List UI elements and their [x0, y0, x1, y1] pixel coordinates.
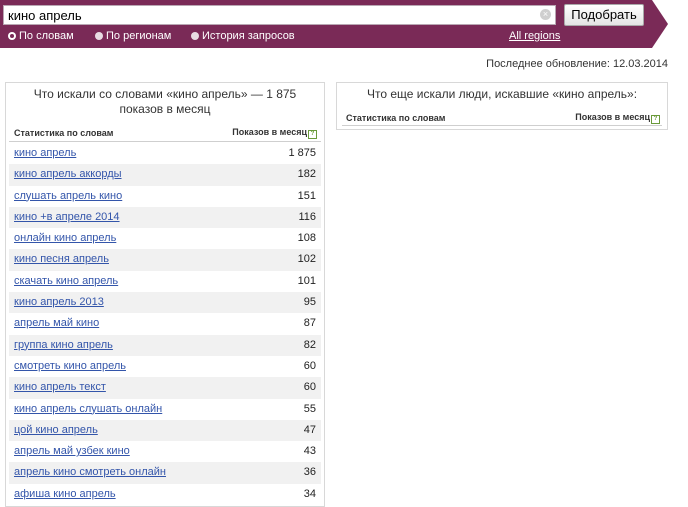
shows-count: 182: [297, 168, 316, 181]
mode-query-history[interactable]: История запросов: [191, 30, 295, 42]
header-divider: [9, 141, 321, 142]
left-panel-title: Что искали со словами «кино апрель» — 1 …: [33, 87, 297, 116]
mode-label: По словам: [19, 30, 74, 42]
keyword-link[interactable]: кино апрель слушать онлайн: [14, 399, 162, 420]
all-regions-link[interactable]: All regions: [509, 30, 560, 42]
keyword-link[interactable]: кино апрель 2013: [14, 292, 104, 313]
table-row: смотреть кино апрель 60: [9, 356, 321, 377]
table-row: афиша кино апрель 34: [9, 484, 321, 505]
mode-label: По регионам: [106, 30, 172, 42]
shows-count: 43: [303, 445, 316, 458]
search-input[interactable]: [8, 7, 528, 23]
shows-count: 102: [297, 253, 316, 266]
col-words-header: Статистика по словам: [14, 128, 114, 138]
radio-icon[interactable]: [191, 32, 199, 40]
last-update: Последнее обновление: 12.03.2014: [486, 58, 668, 70]
keyword-link[interactable]: слушать апрель кино: [14, 186, 122, 207]
col-shows-header: Показов в месяц?: [232, 127, 317, 139]
table-row: кино апрель 1 875: [9, 143, 321, 164]
keyword-link[interactable]: кино +в апреле 2014: [14, 207, 120, 228]
table-row: группа кино апрель 82: [9, 334, 321, 356]
table-row: онлайн кино апрель 108: [9, 228, 321, 249]
table-row: скачать кино апрель 101: [9, 271, 321, 292]
table-row: кино апрель текст 60: [9, 377, 321, 399]
keyword-link[interactable]: скачать кино апрель: [14, 271, 118, 292]
left-panel: Что искали со словами «кино апрель» — 1 …: [5, 82, 325, 507]
shows-count: 108: [297, 232, 316, 245]
shows-count: 87: [303, 317, 316, 330]
table-row: апрель май кино 87: [9, 313, 321, 334]
table-row: цой кино апрель 47: [9, 419, 321, 442]
header-bar: × Подобрать По словам По регионам Истори…: [0, 0, 688, 48]
shows-count: 55: [303, 402, 316, 415]
col-words-header: Статистика по словам: [346, 113, 446, 123]
table-row: кино +в апреле 2014 116: [9, 206, 321, 229]
shows-count: 101: [297, 274, 316, 287]
keyword-table: кино апрель 1 875 кино апрель аккорды 182 сл…: [9, 143, 321, 505]
table-row: апрель май узбек кино 43: [9, 441, 321, 462]
clear-icon[interactable]: ×: [540, 9, 551, 20]
right-panel: Что еще искали люди, искавшие «кино апре…: [336, 82, 668, 130]
table-row: кино апрель слушать онлайн 55: [9, 399, 321, 420]
shows-count: 47: [303, 423, 316, 436]
table-row: кино апрель аккорды 182: [9, 164, 321, 186]
shows-count: 82: [303, 338, 316, 351]
right-panel-title: Что еще искали люди, искавшие «кино апре…: [366, 87, 638, 101]
keyword-link[interactable]: кино апрель текст: [14, 377, 106, 398]
mode-by-regions[interactable]: По регионам: [95, 30, 171, 42]
table-row: кино песня апрель 102: [9, 249, 321, 271]
keyword-link[interactable]: смотреть кино апрель: [14, 356, 126, 377]
keyword-link[interactable]: афиша кино апрель: [14, 484, 116, 505]
keyword-link[interactable]: апрель май узбек кино: [14, 441, 130, 462]
mode-label: История запросов: [202, 30, 295, 42]
table-row: апрель кино смотреть онлайн 36: [9, 462, 321, 484]
search-box[interactable]: ×: [3, 5, 556, 25]
help-icon[interactable]: ?: [308, 130, 317, 139]
shows-count: 36: [303, 466, 316, 479]
radio-selected-icon[interactable]: [8, 32, 16, 40]
col-shows-label: Показов в месяц: [575, 112, 650, 122]
shows-count: 116: [298, 210, 316, 223]
table-row: слушать апрель кино 151: [9, 186, 321, 207]
keyword-link[interactable]: цой кино апрель: [14, 420, 98, 441]
shows-count: 60: [303, 381, 316, 394]
col-shows-label: Показов в месяц: [232, 127, 307, 137]
shows-count: 151: [297, 189, 316, 202]
shows-count: 1 875: [288, 147, 316, 159]
keyword-link[interactable]: апрель кино смотреть онлайн: [14, 462, 166, 483]
keyword-link[interactable]: группа кино апрель: [14, 335, 113, 356]
shows-count: 60: [303, 359, 316, 372]
keyword-link[interactable]: апрель май кино: [14, 313, 99, 334]
keyword-link[interactable]: онлайн кино апрель: [14, 228, 116, 249]
col-shows-header: Показов в месяц?: [575, 112, 660, 124]
keyword-link[interactable]: кино песня апрель: [14, 249, 109, 270]
help-icon[interactable]: ?: [651, 115, 660, 124]
submit-button[interactable]: Подобрать: [564, 4, 644, 26]
shows-count: 95: [303, 296, 316, 309]
table-row: кино апрель 2013 95: [9, 292, 321, 314]
radio-icon[interactable]: [95, 32, 103, 40]
header-divider: [342, 125, 662, 126]
keyword-link[interactable]: кино апрель аккорды: [14, 164, 122, 185]
shows-count: 34: [303, 487, 316, 500]
mode-by-words[interactable]: По словам: [8, 30, 74, 42]
keyword-link[interactable]: кино апрель: [14, 143, 76, 164]
